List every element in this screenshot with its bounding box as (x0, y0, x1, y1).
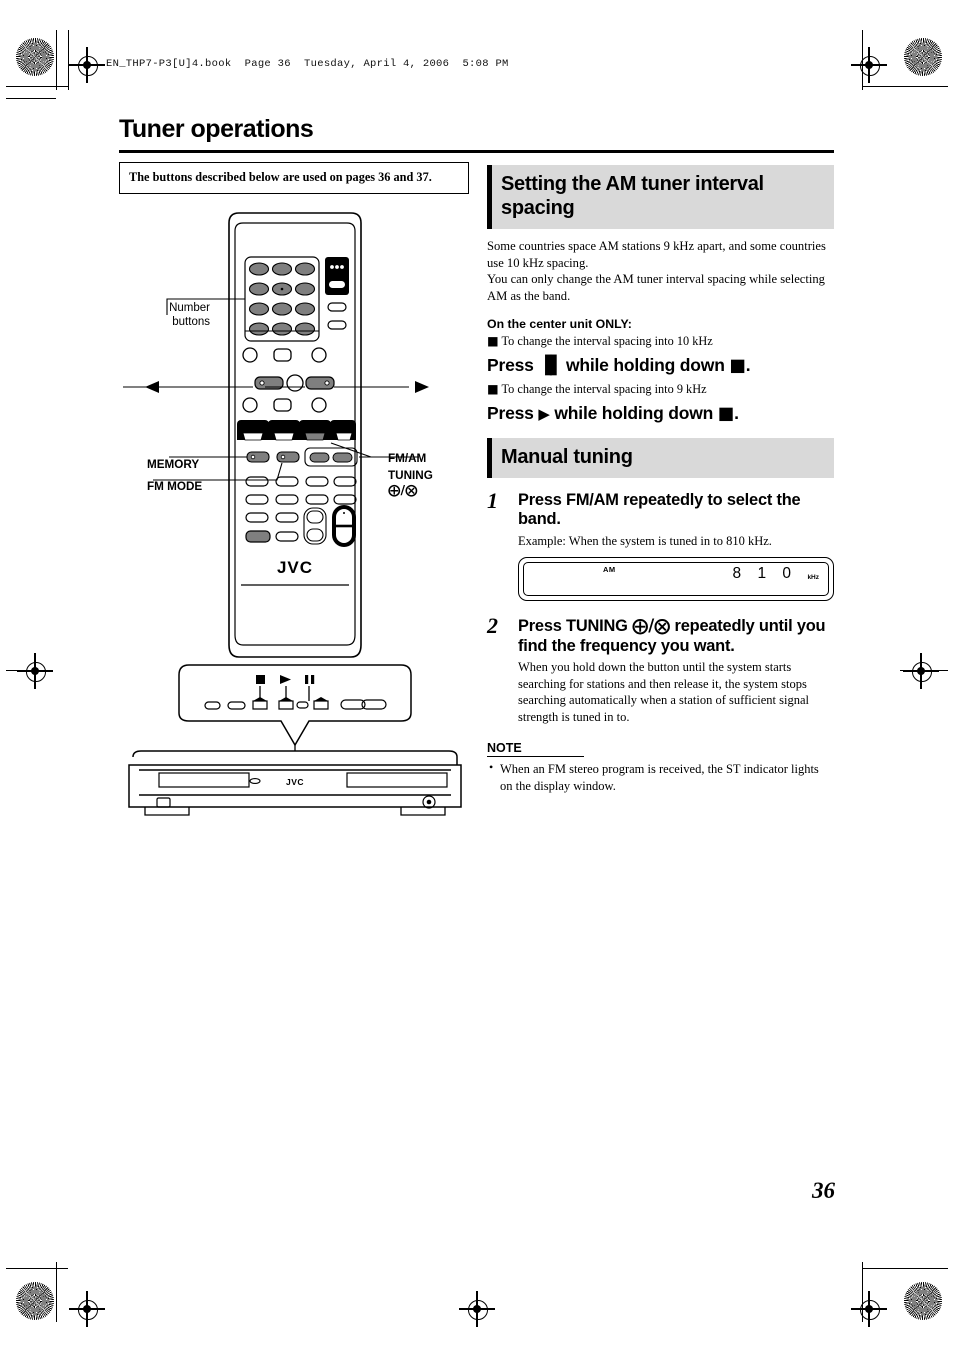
crop-mark-tl-v (56, 30, 58, 90)
press-instruction-9khz: Press ▶ while holding down ■. (487, 403, 834, 424)
display-window-mock: AM 8 1 0 kHz (518, 557, 834, 602)
label-fm-am: FM/AM (388, 452, 427, 465)
press-9khz-end: . (734, 402, 739, 423)
display-frequency-unit: kHz (807, 574, 819, 582)
label-tuning-symbols: ⨁/⨂ (388, 481, 418, 497)
step-2-body: When you hold down the button until the … (518, 660, 810, 724)
registration-target-bottom-right (851, 1291, 887, 1327)
display-frequency-value: 8 1 0 (732, 565, 797, 583)
registration-target-bottom-left (69, 1291, 105, 1327)
step-2-title: Press TUNING ⨁/⨂ repeatedly until you fi… (518, 616, 834, 656)
crop-mark-tl-v2 (68, 30, 70, 90)
registration-dot-top-left (16, 38, 54, 76)
step-1-body: Example: When the system is tuned in to … (518, 533, 772, 548)
center-unit-only-subheading: On the center unit ONLY: (487, 316, 632, 331)
label-memory: MEMORY (147, 458, 200, 471)
left-column: The buttons described below are used on … (119, 162, 469, 194)
press-10khz-suffix: while holding down (565, 354, 725, 375)
display-band-indicator: AM (603, 565, 616, 575)
registration-dot-top-right (904, 38, 942, 76)
remote-control-diagram: JVC JVC (119, 205, 474, 816)
press-10khz-prefix: Press (487, 354, 534, 375)
right-column: Setting the AM tuner interval spacing So… (487, 165, 834, 794)
label-tuning-text: TUNING (388, 469, 433, 482)
square-bullet-icon-2: ■ (487, 381, 499, 396)
tuning-plus-minus-icon: ⨁/⨂ (632, 616, 671, 636)
label-tuning: TUNING ⨁/⨂ (388, 469, 433, 497)
book-file-header: EN_THP7-P3[U]4.book Page 36 Tuesday, Apr… (106, 58, 509, 70)
page-title: Tuner operations (119, 115, 314, 143)
square-bullet-icon: ■ (487, 333, 499, 348)
registration-target-top-right (851, 47, 887, 83)
stop-icon: ■ (729, 355, 746, 376)
section-heading-manual-tuning-wrap: Manual tuning (487, 437, 834, 478)
buttons-info-box: The buttons described below are used on … (119, 162, 469, 194)
interval-bullet-10khz: ■ To change the interval spacing into 10… (487, 334, 834, 350)
svg-text:JVC: JVC (277, 558, 313, 577)
remote-and-unit-svg: JVC JVC (123, 212, 462, 816)
step-1-title: Press FM/AM repeatedly to select the ban… (518, 490, 801, 529)
section-heading-am-spacing: Setting the AM tuner interval spacing (487, 165, 834, 229)
crop-mark-right-mid (900, 670, 948, 672)
crop-mark-tl-h2 (6, 98, 56, 100)
am-spacing-paragraph-1: Some countries space AM stations 9 kHz a… (487, 239, 826, 270)
press-9khz-prefix: Press (487, 402, 534, 423)
crop-mark-br-h (862, 1268, 948, 1270)
label-number-buttons: Number buttons (158, 301, 210, 330)
play-icon: ▶ (538, 404, 550, 423)
interval-bullet-9khz-text: To change the interval spacing into 9 kH… (501, 381, 707, 396)
step-2-title-part1: Press TUNING (518, 617, 628, 636)
registration-target-top-left (69, 47, 105, 83)
registration-dot-bottom-right (904, 1282, 942, 1320)
interval-bullet-9khz: ■ To change the interval spacing into 9 … (487, 382, 834, 398)
section-heading-am-spacing-wrap: Setting the AM tuner interval spacing (487, 165, 834, 229)
crop-mark-bl-v (56, 1262, 58, 1322)
crop-mark-br-v (862, 1262, 864, 1322)
title-divider (119, 150, 834, 153)
step-2: 2 Press TUNING ⨁/⨂ repeatedly until you … (487, 613, 834, 725)
crop-mark-bl-h (6, 1268, 68, 1270)
stop-icon-2: ■ (717, 403, 735, 424)
press-9khz-suffix: while holding down (554, 402, 714, 423)
press-instruction-10khz: Press ▐▌ while holding down ■. (487, 355, 834, 376)
interval-bullet-10khz-text: To change the interval spacing into 10 k… (501, 333, 713, 348)
note-block: NOTE When an FM stereo program is receiv… (487, 739, 834, 794)
crop-mark-left-mid (6, 670, 46, 672)
section-heading-manual-tuning: Manual tuning (487, 437, 834, 478)
label-number-buttons-l2: buttons (172, 316, 210, 329)
am-spacing-paragraph-2: You can only change the AM tuner interva… (487, 272, 825, 304)
step-1-number: 1 (487, 487, 498, 513)
crop-mark-tr-h (862, 86, 948, 88)
note-item: When an FM stereo program is received, t… (487, 760, 834, 794)
page-number: 36 (812, 1178, 835, 1203)
crop-mark-tl-h (6, 86, 68, 88)
press-10khz-end: . (745, 354, 751, 375)
note-heading: NOTE (487, 741, 584, 758)
registration-target-bottom-center (459, 1291, 495, 1327)
step-1: 1 Press FM/AM repeatedly to select the b… (487, 487, 834, 602)
svg-text:JVC: JVC (286, 777, 304, 787)
step-2-number: 2 (487, 613, 498, 639)
label-number-buttons-l1: Number (169, 302, 210, 314)
registration-dot-bottom-left (16, 1282, 54, 1320)
pause-icon: ▐▌ (538, 355, 563, 376)
crop-mark-tr-v (862, 30, 864, 90)
label-fm-mode: FM MODE (147, 480, 203, 493)
